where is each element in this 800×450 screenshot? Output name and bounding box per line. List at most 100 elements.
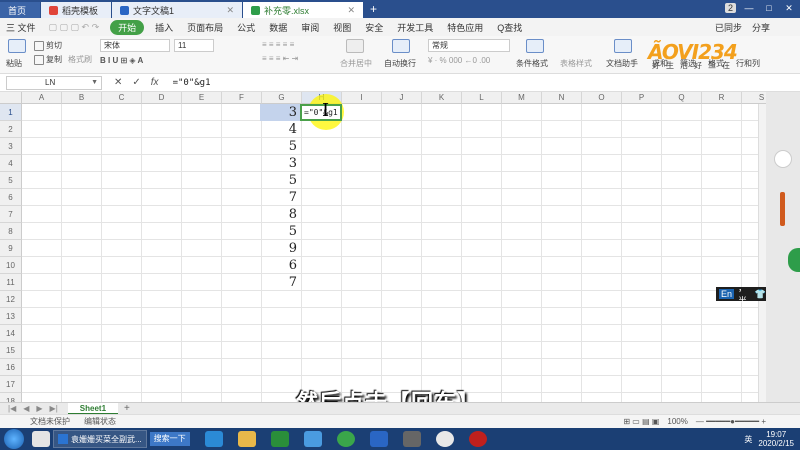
- menu-view[interactable]: 视图: [326, 21, 358, 34]
- column-header[interactable]: L: [462, 92, 502, 104]
- formula-input[interactable]: ="0"&g1: [173, 78, 211, 88]
- prev-sheet-icon[interactable]: ◀: [23, 404, 29, 413]
- paste-icon[interactable]: [8, 39, 26, 53]
- cell-g7[interactable]: 8: [260, 206, 300, 223]
- spreadsheet-app-icon[interactable]: [270, 431, 289, 447]
- column-header[interactable]: Q: [662, 92, 702, 104]
- column-header[interactable]: J: [382, 92, 422, 104]
- row-header[interactable]: 14: [0, 325, 22, 342]
- menu-features[interactable]: 特色应用: [440, 21, 490, 34]
- row-header[interactable]: 15: [0, 342, 22, 359]
- cell-g11[interactable]: 7: [260, 274, 300, 291]
- side-expand-button[interactable]: [788, 248, 800, 272]
- menu-page-layout[interactable]: 页面布局: [180, 21, 230, 34]
- column-header[interactable]: R: [702, 92, 742, 104]
- tab-spreadsheet[interactable]: 补充零.xlsx ✕: [243, 2, 363, 18]
- conditional-format-icon[interactable]: [526, 39, 544, 53]
- column-header[interactable]: D: [142, 92, 182, 104]
- cell-g5[interactable]: 5: [260, 172, 300, 189]
- side-panel-button[interactable]: [774, 150, 792, 168]
- rows-cols-button[interactable]: 行和列: [736, 58, 760, 69]
- row-header[interactable]: 1: [0, 104, 22, 121]
- cell-g3[interactable]: 5: [260, 138, 300, 155]
- font-family-select[interactable]: 宋体: [100, 39, 170, 52]
- format-painter-button[interactable]: 格式刷: [68, 54, 92, 65]
- font-size-select[interactable]: 11: [174, 39, 214, 52]
- column-header[interactable]: N: [542, 92, 582, 104]
- menu-data[interactable]: 数据: [262, 21, 294, 34]
- ie-browser-icon[interactable]: [204, 431, 223, 447]
- row-header[interactable]: 17: [0, 376, 22, 393]
- chevron-down-icon[interactable]: ▼: [91, 79, 98, 86]
- alignment-icons[interactable]: ≡ ≡ ≡ ≡ ≡: [262, 40, 294, 49]
- row-header[interactable]: 11: [0, 274, 22, 291]
- cut-button[interactable]: 剪切: [34, 40, 62, 51]
- share-button[interactable]: 分享: [752, 21, 770, 34]
- row-header[interactable]: 12: [0, 291, 22, 308]
- name-box[interactable]: LN ▼: [6, 75, 102, 90]
- menu-formulas[interactable]: 公式: [230, 21, 262, 34]
- sync-status[interactable]: 已同步: [715, 21, 742, 34]
- indent-icons[interactable]: ≡ ≡ ≡ ⇤ ⇥: [262, 54, 298, 63]
- vertical-scrollbar[interactable]: [758, 104, 766, 402]
- cell-g4[interactable]: 3: [260, 155, 300, 172]
- row-header[interactable]: 13: [0, 308, 22, 325]
- cancel-icon[interactable]: ✕: [114, 77, 122, 88]
- cell-g6[interactable]: 7: [260, 189, 300, 206]
- menu-insert[interactable]: 插入: [148, 21, 180, 34]
- view-icons[interactable]: ⊞ ▭ ▤ ▣: [623, 417, 659, 426]
- number-format-select[interactable]: 常规: [428, 39, 510, 52]
- maximize-button[interactable]: □: [762, 2, 776, 14]
- cloud-icon[interactable]: [303, 431, 322, 447]
- column-header[interactable]: C: [102, 92, 142, 104]
- sheet-tab-sheet1[interactable]: Sheet1: [67, 402, 119, 415]
- cell-g8[interactable]: 5: [260, 223, 300, 240]
- writer-icon[interactable]: [369, 431, 388, 447]
- menu-security[interactable]: 安全: [358, 21, 390, 34]
- start-button[interactable]: [4, 429, 24, 449]
- column-header[interactable]: E: [182, 92, 222, 104]
- select-all-corner[interactable]: [0, 92, 22, 104]
- menu-search[interactable]: Q查找: [490, 21, 529, 34]
- row-header[interactable]: 7: [0, 206, 22, 223]
- security-icon[interactable]: [336, 431, 355, 447]
- clock[interactable]: 19:07 2020/2/15: [758, 430, 794, 448]
- last-sheet-icon[interactable]: ▶|: [50, 404, 58, 413]
- column-header[interactable]: P: [622, 92, 662, 104]
- number-format-icons[interactable]: ¥ · % 000 ←0 .00: [428, 56, 490, 65]
- tab-docer-templates[interactable]: 稻壳模板: [41, 2, 111, 18]
- copy-button[interactable]: 复制: [34, 54, 62, 65]
- spreadsheet-grid[interactable]: ABCDEFGHIJKLMNOPQRS 12345678910111213141…: [0, 92, 800, 427]
- sheet-nav-arrows[interactable]: |◀ ◀ ▶ ▶|: [8, 404, 58, 413]
- column-header[interactable]: O: [582, 92, 622, 104]
- capture-icon[interactable]: [402, 431, 421, 447]
- column-header[interactable]: K: [422, 92, 462, 104]
- row-header[interactable]: 16: [0, 359, 22, 376]
- taskbar-browser-window[interactable]: 袁姗姗买菜全副武...: [53, 430, 147, 448]
- column-header[interactable]: A: [22, 92, 62, 104]
- language-indicator[interactable]: 英: [744, 434, 752, 445]
- conditional-format-button[interactable]: 条件格式: [516, 58, 548, 69]
- tab-home[interactable]: 首页: [0, 2, 40, 18]
- file-explorer-icon[interactable]: [237, 431, 256, 447]
- close-icon[interactable]: ✕: [347, 5, 355, 16]
- doc-helper-icon[interactable]: [614, 39, 632, 53]
- minimize-button[interactable]: —: [742, 2, 756, 14]
- fx-icon[interactable]: fx: [151, 77, 159, 88]
- doc-helper-button[interactable]: 文档助手: [606, 58, 638, 69]
- ime-indicator[interactable]: En ，半 👕: [716, 283, 766, 306]
- column-header[interactable]: I: [342, 92, 382, 104]
- cell-g1[interactable]: 3: [260, 104, 300, 121]
- new-tab-button[interactable]: +: [370, 2, 377, 16]
- wrap-icon[interactable]: [392, 39, 410, 53]
- row-header[interactable]: 3: [0, 138, 22, 155]
- chrome-icon[interactable]: [435, 431, 454, 447]
- cell-g2[interactable]: 4: [260, 121, 300, 138]
- paste-button[interactable]: 粘贴: [6, 58, 22, 69]
- row-header[interactable]: 10: [0, 257, 22, 274]
- menu-developer[interactable]: 开发工具: [390, 21, 440, 34]
- column-header[interactable]: G: [262, 92, 302, 104]
- cell-g9[interactable]: 9: [260, 240, 300, 257]
- close-icon[interactable]: ✕: [226, 5, 234, 16]
- table-style-button[interactable]: 表格样式: [560, 58, 592, 69]
